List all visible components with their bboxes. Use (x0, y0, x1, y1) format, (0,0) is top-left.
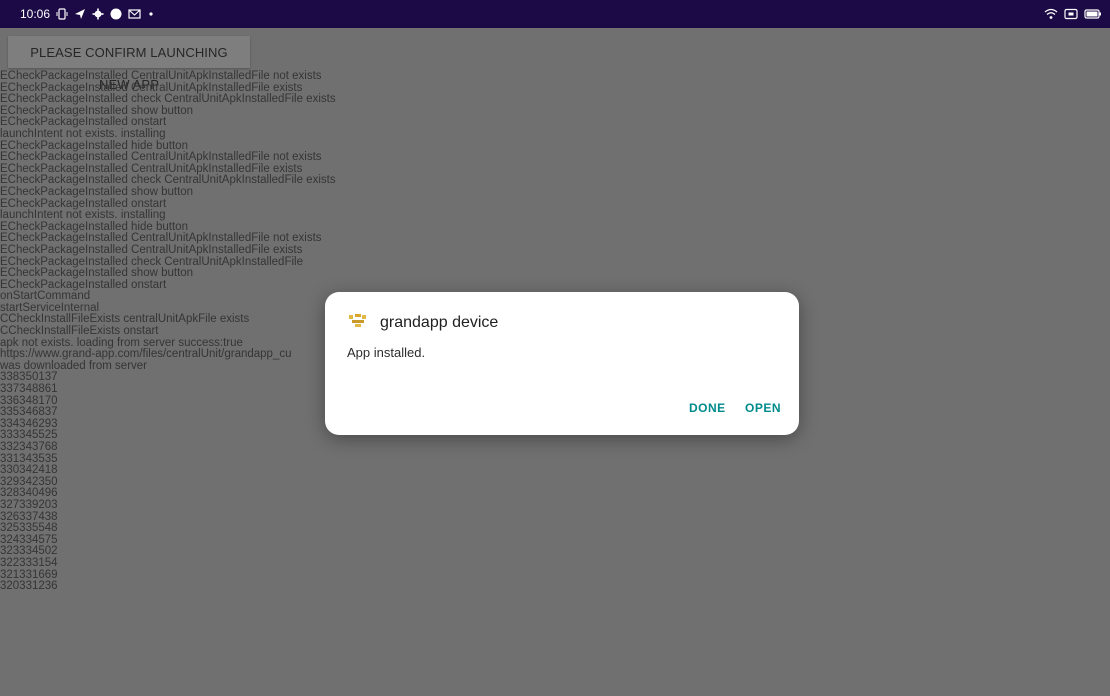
install-dialog: grandapp device App installed. DONE OPEN (325, 292, 799, 435)
log-line: 327339203 (0, 498, 58, 511)
mail-icon (128, 9, 141, 19)
log-line: launchIntent not exists. installing (0, 209, 166, 222)
open-button[interactable]: OPEN (745, 400, 781, 416)
log-line: 320331236 (0, 580, 58, 593)
wifi-icon (1044, 8, 1058, 19)
log-line: 322333154 (0, 556, 58, 569)
status-bar: 10:06 (0, 0, 1110, 28)
log-line: ECheckPackageInstalled onstart (0, 116, 167, 129)
log-line: 328340496 (0, 487, 58, 500)
log-line: 329342350 (0, 475, 58, 488)
log-line: ECheckPackageInstalled onstart (0, 197, 167, 210)
screen-icon (1064, 8, 1078, 20)
dot-icon (149, 12, 153, 16)
log-line: 325335548 (0, 522, 58, 535)
grandapp-logo-icon (349, 314, 366, 327)
log-line: 330342418 (0, 464, 58, 477)
chat-icon (110, 8, 122, 20)
log-line: ECheckPackageInstalled CentralUnitApkIns… (0, 243, 303, 256)
vibrate-icon (56, 8, 68, 20)
log-line: 321331669 (0, 568, 58, 581)
dialog-message: App installed. (347, 345, 426, 360)
done-button[interactable]: DONE (689, 400, 726, 416)
dialog-title: grandapp device (380, 314, 499, 331)
status-left-group: 10:06 (20, 6, 155, 22)
log-line: ECheckPackageInstalled show button (0, 185, 194, 198)
log-line: 332343768 (0, 441, 58, 453)
log-line: 324334575 (0, 533, 58, 546)
battery-icon (1084, 9, 1101, 19)
settings-icon (92, 8, 104, 20)
navigation-icon (75, 9, 86, 19)
log-line: ECheckPackageInstalled show button (0, 267, 194, 280)
log-line: 323334502 (0, 545, 58, 558)
log-line: 326337438 (0, 510, 58, 523)
confirm-launch-button[interactable]: PLEASE CONFIRM LAUNCHING NEW APP (8, 36, 250, 92)
status-time: 10:06 (20, 7, 51, 21)
log-line: ECheckPackageInstalled CentralUnitApkIns… (0, 70, 322, 82)
log-line: ECheckPackageInstalled show button (0, 104, 194, 117)
log-line: ECheckPackageInstalled onstart (0, 278, 167, 291)
log-line: 331343535 (0, 452, 58, 465)
log-line: launchIntent not exists. installing (0, 127, 166, 140)
status-right-group (1044, 6, 1102, 22)
log-line: ECheckPackageInstalled CentralUnitApkIns… (0, 151, 322, 164)
